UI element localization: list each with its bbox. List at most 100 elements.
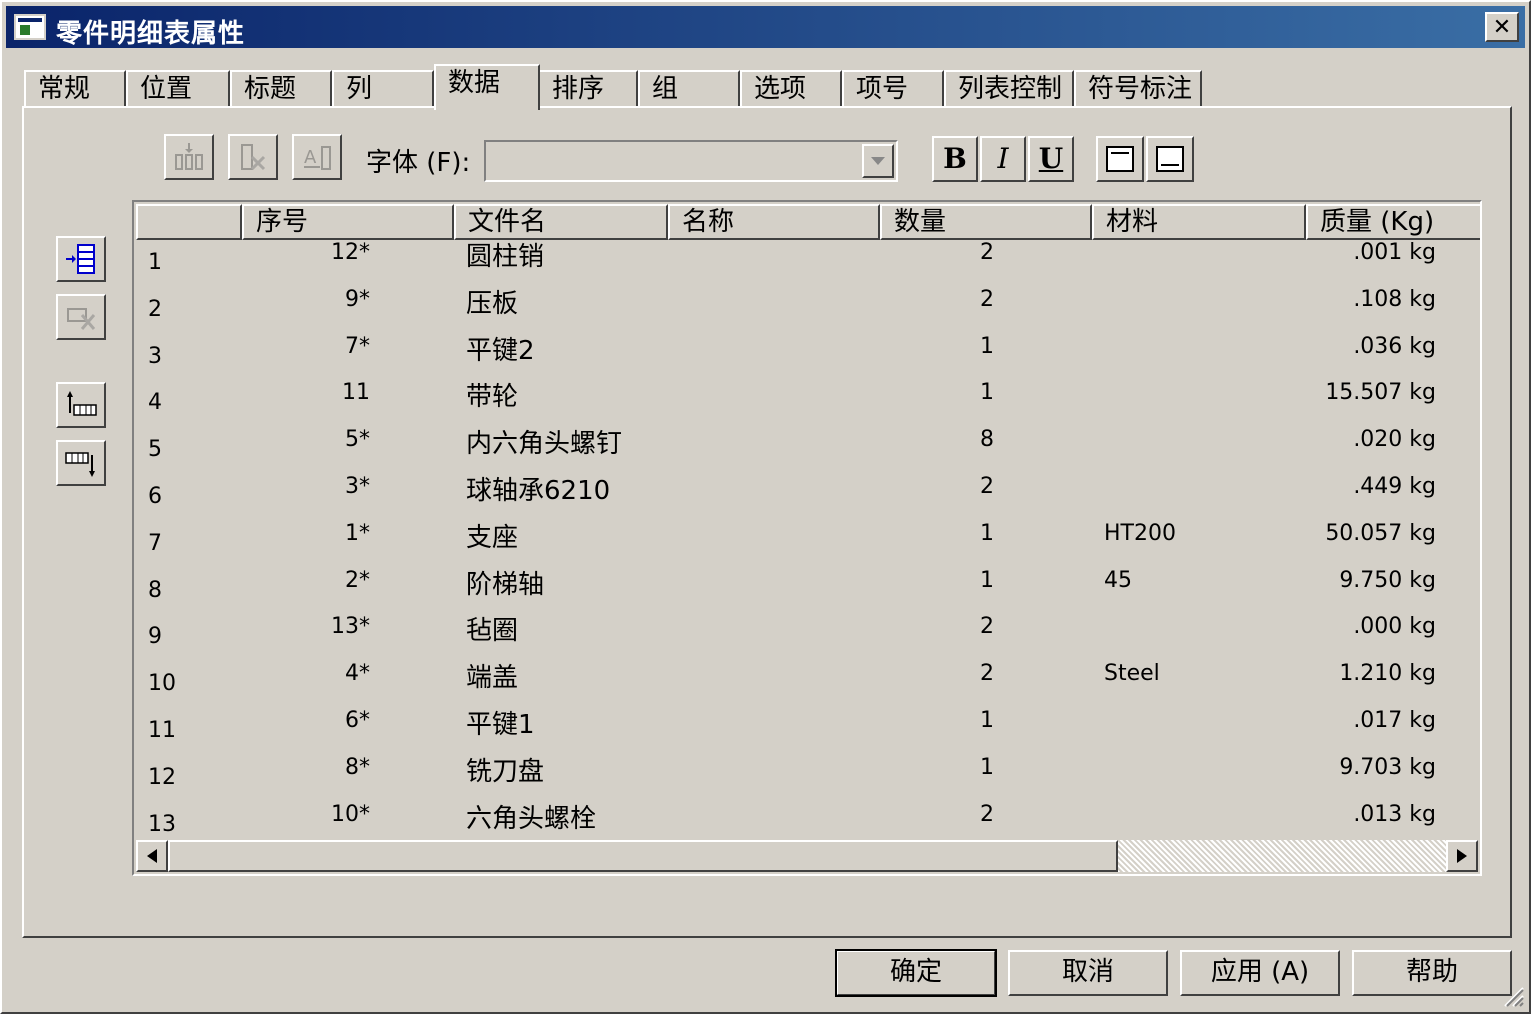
column-header-seq[interactable]: 序号: [242, 204, 454, 240]
row-number[interactable]: 5: [148, 437, 228, 462]
filename-cell[interactable]: 压板: [466, 283, 666, 320]
filename-cell[interactable]: 端盖: [466, 657, 666, 694]
column-header-material[interactable]: 材料: [1092, 204, 1306, 240]
align-top-button[interactable]: [1096, 136, 1144, 182]
seq-cell[interactable]: 10*: [242, 802, 370, 827]
seq-cell[interactable]: 2*: [242, 568, 370, 593]
table-row[interactable]: 3 7* 平键2 1.036 kg: [136, 334, 1480, 381]
quantity-cell[interactable]: 8: [880, 427, 994, 452]
insert-column-right-button[interactable]: [56, 440, 106, 486]
quantity-cell[interactable]: 1: [880, 755, 994, 780]
italic-button[interactable]: I: [980, 136, 1026, 182]
tab-data[interactable]: 数据: [434, 64, 540, 110]
mass-cell[interactable]: .000 kg: [1306, 614, 1436, 639]
row-number[interactable]: 3: [148, 344, 228, 369]
bold-button[interactable]: B: [932, 136, 978, 182]
quantity-cell[interactable]: 2: [880, 474, 994, 499]
tab-list-control[interactable]: 列表控制: [944, 70, 1074, 108]
quantity-cell[interactable]: 1: [880, 521, 994, 546]
row-number[interactable]: 4: [148, 390, 228, 415]
seq-cell[interactable]: 8*: [242, 755, 370, 780]
quantity-cell[interactable]: 2: [880, 802, 994, 827]
seq-cell[interactable]: 6*: [242, 708, 370, 733]
scroll-right-button[interactable]: [1446, 840, 1478, 872]
row-number[interactable]: 12: [148, 765, 228, 790]
mass-cell[interactable]: 1.210 kg: [1306, 661, 1436, 686]
row-number[interactable]: 11: [148, 718, 228, 743]
tab-position[interactable]: 位置: [126, 70, 230, 108]
tab-columns[interactable]: 列: [332, 70, 434, 108]
tab-sort[interactable]: 排序: [538, 70, 638, 108]
column-header-mass[interactable]: 质量 (Kg): [1306, 204, 1480, 240]
filename-cell[interactable]: 支座: [466, 517, 666, 554]
table-row[interactable]: 5 5* 内六角头螺钉 8.020 kg: [136, 427, 1480, 474]
row-number[interactable]: 13: [148, 812, 228, 837]
quantity-cell[interactable]: 2: [880, 240, 994, 265]
row-number[interactable]: 8: [148, 578, 228, 603]
row-number[interactable]: 7: [148, 531, 228, 556]
underline-button[interactable]: U: [1028, 136, 1074, 182]
row-number[interactable]: 6: [148, 484, 228, 509]
insert-column-left-button[interactable]: [56, 382, 106, 428]
table-row[interactable]: 6 3* 球轴承6210 2.449 kg: [136, 474, 1480, 521]
row-number[interactable]: 9: [148, 624, 228, 649]
seq-cell[interactable]: 3*: [242, 474, 370, 499]
mass-cell[interactable]: .108 kg: [1306, 287, 1436, 312]
seq-cell[interactable]: 11: [242, 380, 370, 405]
column-header-quantity[interactable]: 数量: [880, 204, 1092, 240]
seq-cell[interactable]: 4*: [242, 661, 370, 686]
delete-button[interactable]: [228, 134, 278, 180]
filename-cell[interactable]: 平键2: [466, 330, 666, 367]
format-text-button[interactable]: A: [292, 134, 342, 180]
material-cell[interactable]: 45: [1104, 568, 1304, 593]
column-header-name[interactable]: 名称: [668, 204, 880, 240]
ok-button[interactable]: 确定: [835, 949, 997, 997]
table-row[interactable]: 9 13* 毡圈 2.000 kg: [136, 614, 1480, 661]
mass-cell[interactable]: .001 kg: [1306, 240, 1436, 265]
table-row[interactable]: 1 12* 圆柱销 2.001 kg: [136, 240, 1480, 287]
font-combobox[interactable]: [484, 140, 898, 182]
filename-cell[interactable]: 圆柱销: [466, 236, 666, 273]
quantity-cell[interactable]: 2: [880, 287, 994, 312]
mass-cell[interactable]: 50.057 kg: [1306, 521, 1436, 546]
align-bottom-button[interactable]: [1146, 136, 1194, 182]
cancel-button[interactable]: 取消: [1008, 950, 1168, 996]
tab-group[interactable]: 组: [638, 70, 740, 108]
mass-cell[interactable]: .017 kg: [1306, 708, 1436, 733]
filename-cell[interactable]: 内六角头螺钉: [466, 423, 666, 460]
table-row[interactable]: 4 11 带轮 1 15.507 kg: [136, 380, 1480, 427]
delete-row-button[interactable]: [56, 294, 106, 340]
table-row[interactable]: 7 1* 支座 1 HT200 50.057 kg: [136, 521, 1480, 568]
filename-cell[interactable]: 带轮: [466, 376, 666, 413]
mass-cell[interactable]: .449 kg: [1306, 474, 1436, 499]
tab-options[interactable]: 选项: [740, 70, 842, 108]
column-header-filename[interactable]: 文件名: [454, 204, 668, 240]
mass-cell[interactable]: 9.703 kg: [1306, 755, 1436, 780]
table-row[interactable]: 10 4* 端盖 2 Steel 1.210 kg: [136, 661, 1480, 708]
quantity-cell[interactable]: 1: [880, 568, 994, 593]
table-row[interactable]: 8 2* 阶梯轴 1 45 9.750 kg: [136, 568, 1480, 615]
tab-item-number[interactable]: 项号: [842, 70, 944, 108]
mass-cell[interactable]: .036 kg: [1306, 334, 1436, 359]
mass-cell[interactable]: 9.750 kg: [1306, 568, 1436, 593]
horizontal-scrollbar[interactable]: [136, 840, 1478, 872]
filename-cell[interactable]: 铣刀盘: [466, 751, 666, 788]
filename-cell[interactable]: 平键1: [466, 704, 666, 741]
font-combobox-dropdown[interactable]: [862, 144, 894, 178]
table-row[interactable]: 2 9* 压板 2.108 kg: [136, 287, 1480, 334]
row-number[interactable]: 10: [148, 671, 228, 696]
mass-cell[interactable]: .013 kg: [1306, 802, 1436, 827]
apply-button[interactable]: 应用 (A): [1180, 950, 1340, 996]
close-button[interactable]: ✕: [1485, 12, 1519, 42]
column-header-row-number[interactable]: [136, 204, 242, 240]
resize-grip-icon[interactable]: [1501, 984, 1525, 1008]
quantity-cell[interactable]: 1: [880, 708, 994, 733]
scroll-left-button[interactable]: [136, 840, 168, 872]
seq-cell[interactable]: 5*: [242, 427, 370, 452]
table-row[interactable]: 12 8* 铣刀盘 1 9.703 kg: [136, 755, 1480, 802]
mass-cell[interactable]: .020 kg: [1306, 427, 1436, 452]
seq-cell[interactable]: 1*: [242, 521, 370, 546]
quantity-cell[interactable]: 1: [880, 334, 994, 359]
table-row[interactable]: 11 6* 平键1 1.017 kg: [136, 708, 1480, 755]
tab-title[interactable]: 标题: [230, 70, 332, 108]
